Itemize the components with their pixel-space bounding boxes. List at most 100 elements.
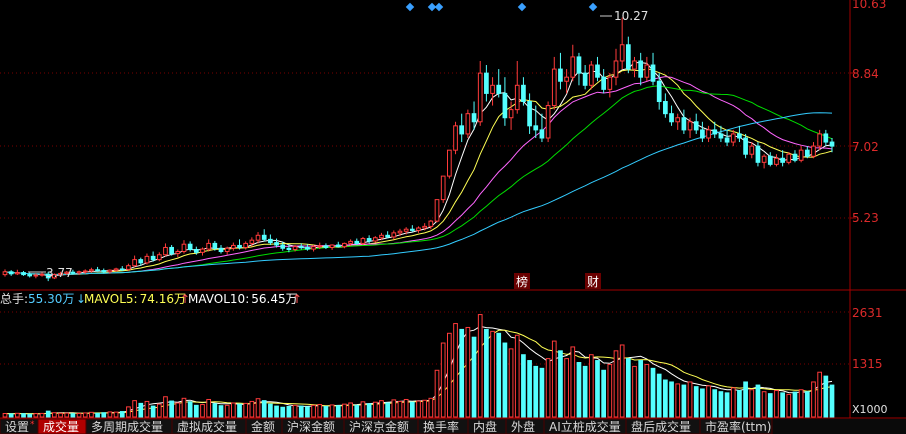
volume-bar-up: [811, 381, 816, 418]
candle-up: [132, 255, 137, 267]
volume-bar-down: [138, 402, 144, 418]
event-marker-diamond: [434, 2, 444, 12]
low-annotation: 3.77: [28, 266, 73, 280]
settings-badge-icon: *: [30, 420, 35, 430]
candle-up: [163, 243, 168, 257]
event-markers[interactable]: [405, 2, 598, 12]
event-label-bang: 榜: [516, 274, 528, 289]
candle-up: [551, 56, 557, 110]
volume-bar-down: [354, 404, 360, 418]
volume-bar-down: [681, 384, 687, 418]
volume-bar-up: [230, 402, 236, 418]
volume-bar-down: [656, 373, 662, 418]
volume-bar-up: [422, 399, 428, 418]
candle-up: [360, 236, 366, 246]
tab-6[interactable]: 沪深京金额: [343, 418, 419, 434]
volume-bar-down: [650, 367, 656, 418]
candle-down: [737, 125, 742, 143]
svg-text:MAVOL10:56.45万: MAVOL10: 56.45万: [188, 292, 298, 306]
candle-up: [477, 60, 483, 126]
tab-1[interactable]: 成交量: [37, 418, 87, 434]
volume-bar-down: [638, 360, 644, 418]
tab-3[interactable]: 虚拟成交量: [171, 418, 247, 434]
candle-down: [521, 77, 526, 106]
volume-bar-up: [249, 400, 255, 418]
tab-label: 沪深京金额: [349, 419, 409, 434]
candle-down: [187, 241, 193, 252]
tab-11[interactable]: 盘后成交量: [625, 418, 701, 434]
indicator-tab-bar[interactable]: 设置 * 成交量 多周期成交量 虚拟成交量 金额 沪深金额 沪深京金额 换手率 内盘 外盘 AI立桩成…: [0, 418, 773, 434]
stock-chart[interactable]: 10.63 8.84 7.02 5.23 10.27 3.77 榜 财 总手:5…: [0, 0, 906, 434]
candle-down: [595, 56, 600, 82]
tab-2[interactable]: 多周期成交量: [85, 418, 173, 434]
candle-down: [95, 266, 100, 272]
candle-down: [780, 150, 785, 167]
event-marker-diamond: [517, 2, 527, 12]
tab-4[interactable]: 金额: [245, 418, 283, 434]
volume-bar-up: [761, 391, 767, 418]
volume-bar-down: [27, 413, 33, 418]
volume-bars: [2, 314, 835, 418]
tab-10[interactable]: AI立桩成交量: [543, 418, 627, 434]
volume-bar-up: [39, 412, 45, 418]
volume-bar-up: [82, 412, 88, 418]
tab-label: 换手率: [423, 419, 459, 434]
volume-bar-down: [527, 360, 532, 418]
volume-bar-up: [126, 406, 131, 418]
volume-bar-down: [169, 400, 174, 418]
tab-8[interactable]: 内盘: [467, 418, 507, 434]
volume-bar-up: [33, 413, 39, 418]
tab-7[interactable]: 换手率: [417, 418, 469, 434]
volume-header: 总手:55.30万 ↓ MAVOL5: 74.16万 ↑ MAVOL10: 56.4…: [0, 292, 302, 306]
volume-tick: 2631: [852, 306, 883, 320]
candle-up: [545, 101, 551, 143]
tab-12[interactable]: 市盈率(ttm): [699, 418, 773, 434]
event-marker-diamond: [588, 2, 598, 12]
volume-bar-down: [212, 403, 218, 418]
volume-bar-up: [545, 358, 551, 418]
candle-down: [459, 113, 465, 143]
candle-up: [490, 77, 495, 106]
volume-bar-up: [514, 334, 520, 418]
tab-label: 设置: [5, 420, 29, 434]
volume-bar-down: [385, 402, 390, 418]
event-labels[interactable]: 榜 财: [514, 273, 601, 289]
volume-bar-down: [533, 365, 539, 418]
volume-bar-up: [440, 342, 446, 418]
volume-bar-up: [749, 389, 755, 418]
volume-bar-down: [601, 369, 607, 418]
candle-down: [539, 113, 545, 143]
tab-5[interactable]: 沪深金额: [281, 418, 345, 434]
tab-label: 盘后成交量: [631, 419, 691, 434]
volume-bar-down: [335, 405, 341, 418]
candle-down: [681, 109, 687, 134]
volume-bar-down: [8, 413, 14, 418]
candle-down: [527, 93, 532, 134]
volume-bar-up: [76, 412, 82, 418]
volume-bar-down: [804, 391, 810, 418]
volume-bar-up: [372, 401, 378, 418]
volume-bar-down: [101, 412, 107, 418]
volume-bar-up: [817, 371, 823, 418]
volume-bar-down: [237, 403, 242, 418]
candle-down: [409, 225, 415, 233]
candle-down: [335, 241, 341, 248]
mavol10-value: 56.45万: [251, 292, 297, 306]
volume-bar-down: [576, 362, 582, 418]
price-grid: [0, 0, 906, 291]
candle-down: [829, 138, 835, 153]
volume-bar-down: [459, 328, 465, 418]
volume-bar-up: [181, 397, 187, 418]
volume-bar-up: [588, 354, 594, 418]
tab-label: 多周期成交量: [91, 419, 163, 434]
volume-bar-up: [243, 402, 249, 418]
volume-bar-down: [737, 390, 742, 418]
candle-up: [588, 60, 594, 90]
candle-up: [675, 113, 681, 130]
volume-bar-down: [484, 328, 489, 418]
candle-up: [372, 236, 378, 243]
volume-bar-up: [508, 348, 514, 418]
tab-9[interactable]: 外盘: [505, 418, 545, 434]
volume-bar-up: [311, 404, 316, 418]
volume-bar-down: [323, 405, 329, 418]
